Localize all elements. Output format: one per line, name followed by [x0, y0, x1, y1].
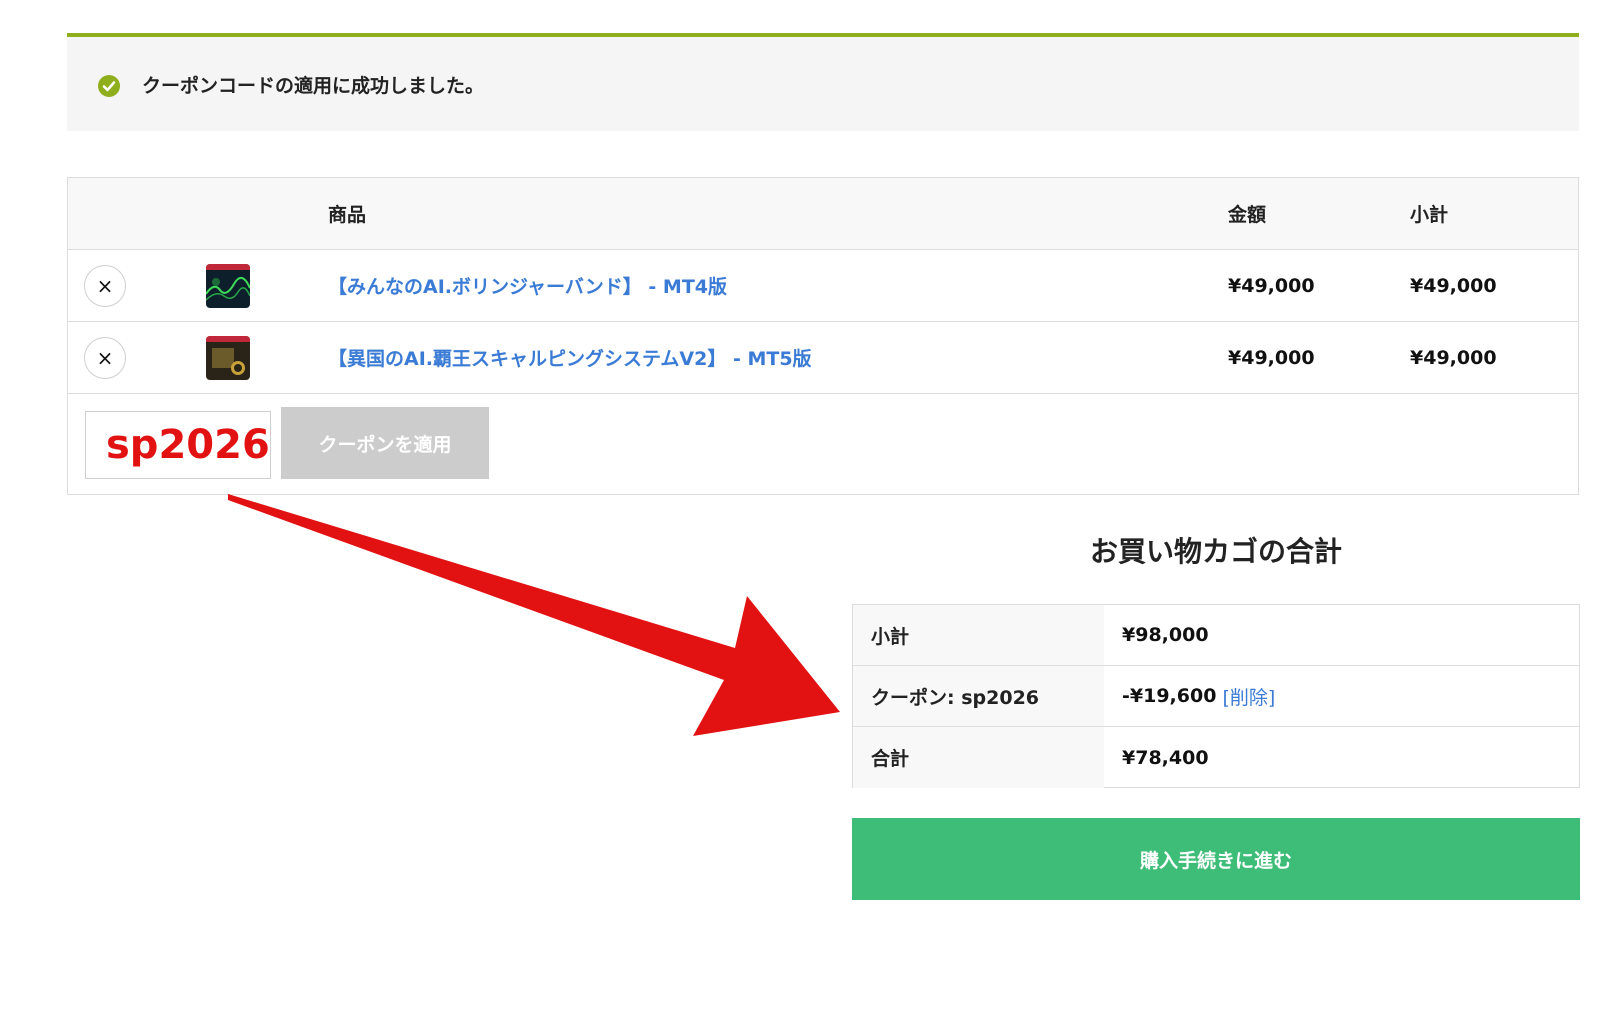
- totals-row-total: 合計 ¥78,400: [853, 727, 1579, 788]
- product-link[interactable]: 【異国のAI.覇王スキャルピングシステムV2】 - MT5版: [328, 344, 812, 371]
- apply-coupon-button[interactable]: クーポンを適用: [281, 407, 489, 479]
- total-label: 合計: [853, 727, 1104, 788]
- header-subtotal: 小計: [1410, 204, 1449, 226]
- check-circle-icon: [98, 75, 120, 97]
- item-price: ¥49,000: [1228, 346, 1315, 369]
- cart-totals-title: お買い物カゴの合計: [1089, 535, 1342, 568]
- cart-table: 商品 金額 小計 × 【みんなのAI.ボリンジャーバンド】 - MT4版 ¥49…: [67, 177, 1579, 495]
- cart-table-header: 商品 金額 小計: [68, 178, 1578, 250]
- product-thumbnail[interactable]: [206, 336, 250, 380]
- header-product: 商品: [328, 204, 367, 226]
- remove-coupon-link[interactable]: [削除]: [1222, 683, 1275, 710]
- coupon-row: クーポンを適用: [68, 394, 1578, 494]
- coupon-success-notice: クーポンコードの適用に成功しました。: [67, 33, 1579, 131]
- totals-row-coupon: クーポン: sp2026 -¥19,600 [削除]: [853, 666, 1579, 727]
- coupon-discount: -¥19,600 [削除]: [1104, 666, 1275, 726]
- subtotal-label: 小計: [853, 605, 1104, 665]
- close-icon: ×: [96, 274, 114, 298]
- close-icon: ×: [96, 346, 114, 370]
- total-value: ¥78,400: [1122, 746, 1209, 769]
- cart-row: × 【異国のAI.覇王スキャルピングシステムV2】 - MT5版 ¥49,000…: [68, 322, 1578, 394]
- remove-item-button[interactable]: ×: [84, 265, 126, 307]
- coupon-value: -¥19,600: [1122, 685, 1217, 707]
- item-subtotal: ¥49,000: [1410, 346, 1497, 369]
- coupon-code-input[interactable]: [85, 411, 271, 479]
- totals-row-subtotal: 小計 ¥98,000: [853, 605, 1579, 666]
- remove-item-button[interactable]: ×: [84, 337, 126, 379]
- coupon-label: クーポン: sp2026: [853, 666, 1104, 726]
- item-price: ¥49,000: [1228, 274, 1315, 297]
- cart-totals-table: 小計 ¥98,000 クーポン: sp2026 -¥19,600 [削除] 合計…: [852, 604, 1580, 788]
- proceed-to-checkout-button[interactable]: 購入手続きに進む: [852, 818, 1580, 900]
- cart-row: × 【みんなのAI.ボリンジャーバンド】 - MT4版 ¥49,000 ¥49,…: [68, 250, 1578, 322]
- product-thumbnail[interactable]: [206, 264, 250, 308]
- notice-message: クーポンコードの適用に成功しました。: [142, 74, 485, 97]
- header-price: 金額: [1228, 204, 1267, 226]
- product-link[interactable]: 【みんなのAI.ボリンジャーバンド】 - MT4版: [328, 272, 727, 299]
- item-subtotal: ¥49,000: [1410, 274, 1497, 297]
- subtotal-value: ¥98,000: [1122, 624, 1209, 646]
